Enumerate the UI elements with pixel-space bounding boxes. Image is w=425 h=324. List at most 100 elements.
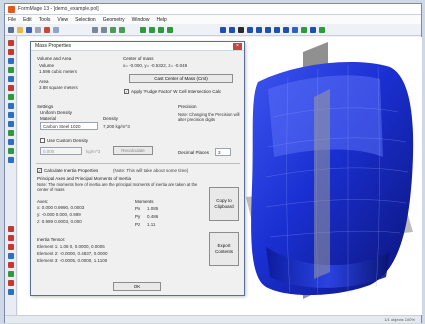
copy-icon[interactable] [53,26,59,33]
pan-icon[interactable] [265,26,271,33]
axis-icon[interactable] [310,26,316,33]
trim-tool-icon[interactable] [8,85,14,91]
pencil-icon[interactable] [110,26,116,33]
ok-button[interactable]: OK [113,282,161,291]
dialog-title: Mass Properties [35,43,72,49]
wireframe-icon[interactable] [229,26,235,33]
recalculate-button[interactable]: Recalculate [113,146,153,155]
menu-edit[interactable]: Edit [23,17,32,23]
green-view-icon-4[interactable] [167,26,173,33]
save-icon[interactable] [26,26,32,33]
decimal-places-value: 3 [218,149,221,155]
info-tool-icon[interactable] [8,289,14,295]
custom-density-input[interactable]: 0.000 [40,147,82,155]
menu-file[interactable]: File [8,17,16,23]
status-bar: 1/1 objects 100% [5,315,421,323]
new-icon[interactable] [8,26,14,33]
point-tool-icon[interactable] [8,49,14,55]
clip-tool-icon[interactable] [8,262,14,268]
surface-tool-icon[interactable] [8,67,14,73]
delete-tool-icon[interactable] [8,280,14,286]
main-toolbar [5,24,421,36]
project-tool-icon[interactable] [8,130,14,136]
section-icon[interactable] [283,26,289,33]
axis-z-value: z: 0.999 0.0003, 0.000 [37,219,82,224]
inertia-time-note: (Note: This will take about some time) [113,168,189,173]
select-tool-icon[interactable] [8,40,14,46]
calculate-inertia-checkbox[interactable]: ✓ [37,168,42,173]
extend-tool-icon[interactable] [8,157,14,163]
inertia-note: Note: The moments here of inertia are th… [37,182,198,192]
annotate-tool-icon[interactable] [8,244,14,250]
edge-tool-icon[interactable] [8,76,14,82]
shade-icon[interactable] [220,26,226,33]
mirror-tool-icon[interactable] [8,121,14,127]
precision-heading: Precision [178,104,197,109]
title-bar: FormMage 13 - [demo_example.pol] [5,4,421,15]
menu-geometry[interactable]: Geometry [103,17,125,23]
inertia-tensor-label: Inertia Tensor: [37,237,66,242]
volume-label: Volume [39,63,55,68]
use-custom-density-checkbox[interactable] [40,138,45,143]
status-text: 1/1 objects 100% [384,317,415,322]
precision-note: Note: Changing the Precision will alter … [178,112,240,122]
moment-py-value: 0.486 [147,214,159,219]
copy-to-clipboard-button[interactable]: Copy to Clipboard [209,187,239,221]
axis-y-value: y: -0.000 0.000, 0.999 [37,212,81,217]
mass-properties-dialog: Mass Properties × Volume and Area Volume… [30,41,245,296]
measure-tool-icon[interactable] [8,226,14,232]
green-view-icon[interactable] [140,26,146,33]
menu-selection[interactable]: Selection [75,17,96,23]
moments-label: Moments [135,199,154,204]
export-contents-button[interactable]: Export Contents [209,232,239,266]
material-value: Carbon Steel 1020 [43,123,81,129]
fit-icon[interactable] [274,26,280,33]
menu-view[interactable]: View [57,17,68,23]
green-view-icon-3[interactable] [158,26,164,33]
moment-px-name: Px [135,206,141,211]
decimal-places-label: Decimal Places [178,150,210,155]
area-value: 3.88 square meters [39,85,78,90]
menu-tools[interactable]: Tools [39,17,51,23]
custom-density-value: 0.000 [43,148,55,154]
cast-center-of-mass-button[interactable]: Cast Center of Mass (Cmt) [129,74,233,83]
fillet-tool-icon[interactable] [8,94,14,100]
close-icon[interactable]: × [233,43,242,50]
menu-window[interactable]: Window [132,17,150,23]
open-icon[interactable] [17,26,23,33]
light-icon[interactable] [319,26,325,33]
menu-help[interactable]: Help [156,17,166,23]
window-title: FormMage 13 - [demo_example.pol] [18,6,99,12]
measure-icon[interactable] [119,26,125,33]
tensor-row-3: Element 3: -0.0005, 0.0000, 1.1100 [37,258,108,263]
volume-value: 1.596 cubic meters [39,69,78,74]
rotate-icon[interactable] [256,26,262,33]
layers-icon[interactable] [292,26,298,33]
dimension-tool-icon[interactable] [8,235,14,241]
grid-icon[interactable] [301,26,307,33]
print-icon[interactable] [35,26,41,33]
split-tool-icon[interactable] [8,139,14,145]
fudge-factor-checkbox[interactable]: ✓ [124,89,129,94]
axes-label: Axes: [37,199,49,204]
left-toolbar [5,36,17,316]
check-tool-icon[interactable] [8,271,14,277]
cut-icon[interactable] [44,26,50,33]
center-of-mass-value: x= -0.000, y= -0.5322, z= -0.049 [123,63,188,68]
redo-icon[interactable] [101,26,107,33]
center-plane [314,89,330,279]
decimal-places-select[interactable]: 3 [215,148,231,156]
material-select[interactable]: Carbon Steel 1020 [40,122,98,130]
undo-icon[interactable] [92,26,98,33]
offset-tool-icon[interactable] [8,103,14,109]
curve-tool-icon[interactable] [8,58,14,64]
density-value: 7,200 kg/m^3 [103,124,130,129]
zoom-icon[interactable] [247,26,253,33]
moment-py-name: Py [135,214,141,219]
render-icon[interactable] [238,26,244,33]
loft-tool-icon[interactable] [8,112,14,118]
join-tool-icon[interactable] [8,148,14,154]
green-view-icon-2[interactable] [149,26,155,33]
section-tool-icon[interactable] [8,253,14,259]
moment-pz-value: 1.11 [147,222,156,227]
